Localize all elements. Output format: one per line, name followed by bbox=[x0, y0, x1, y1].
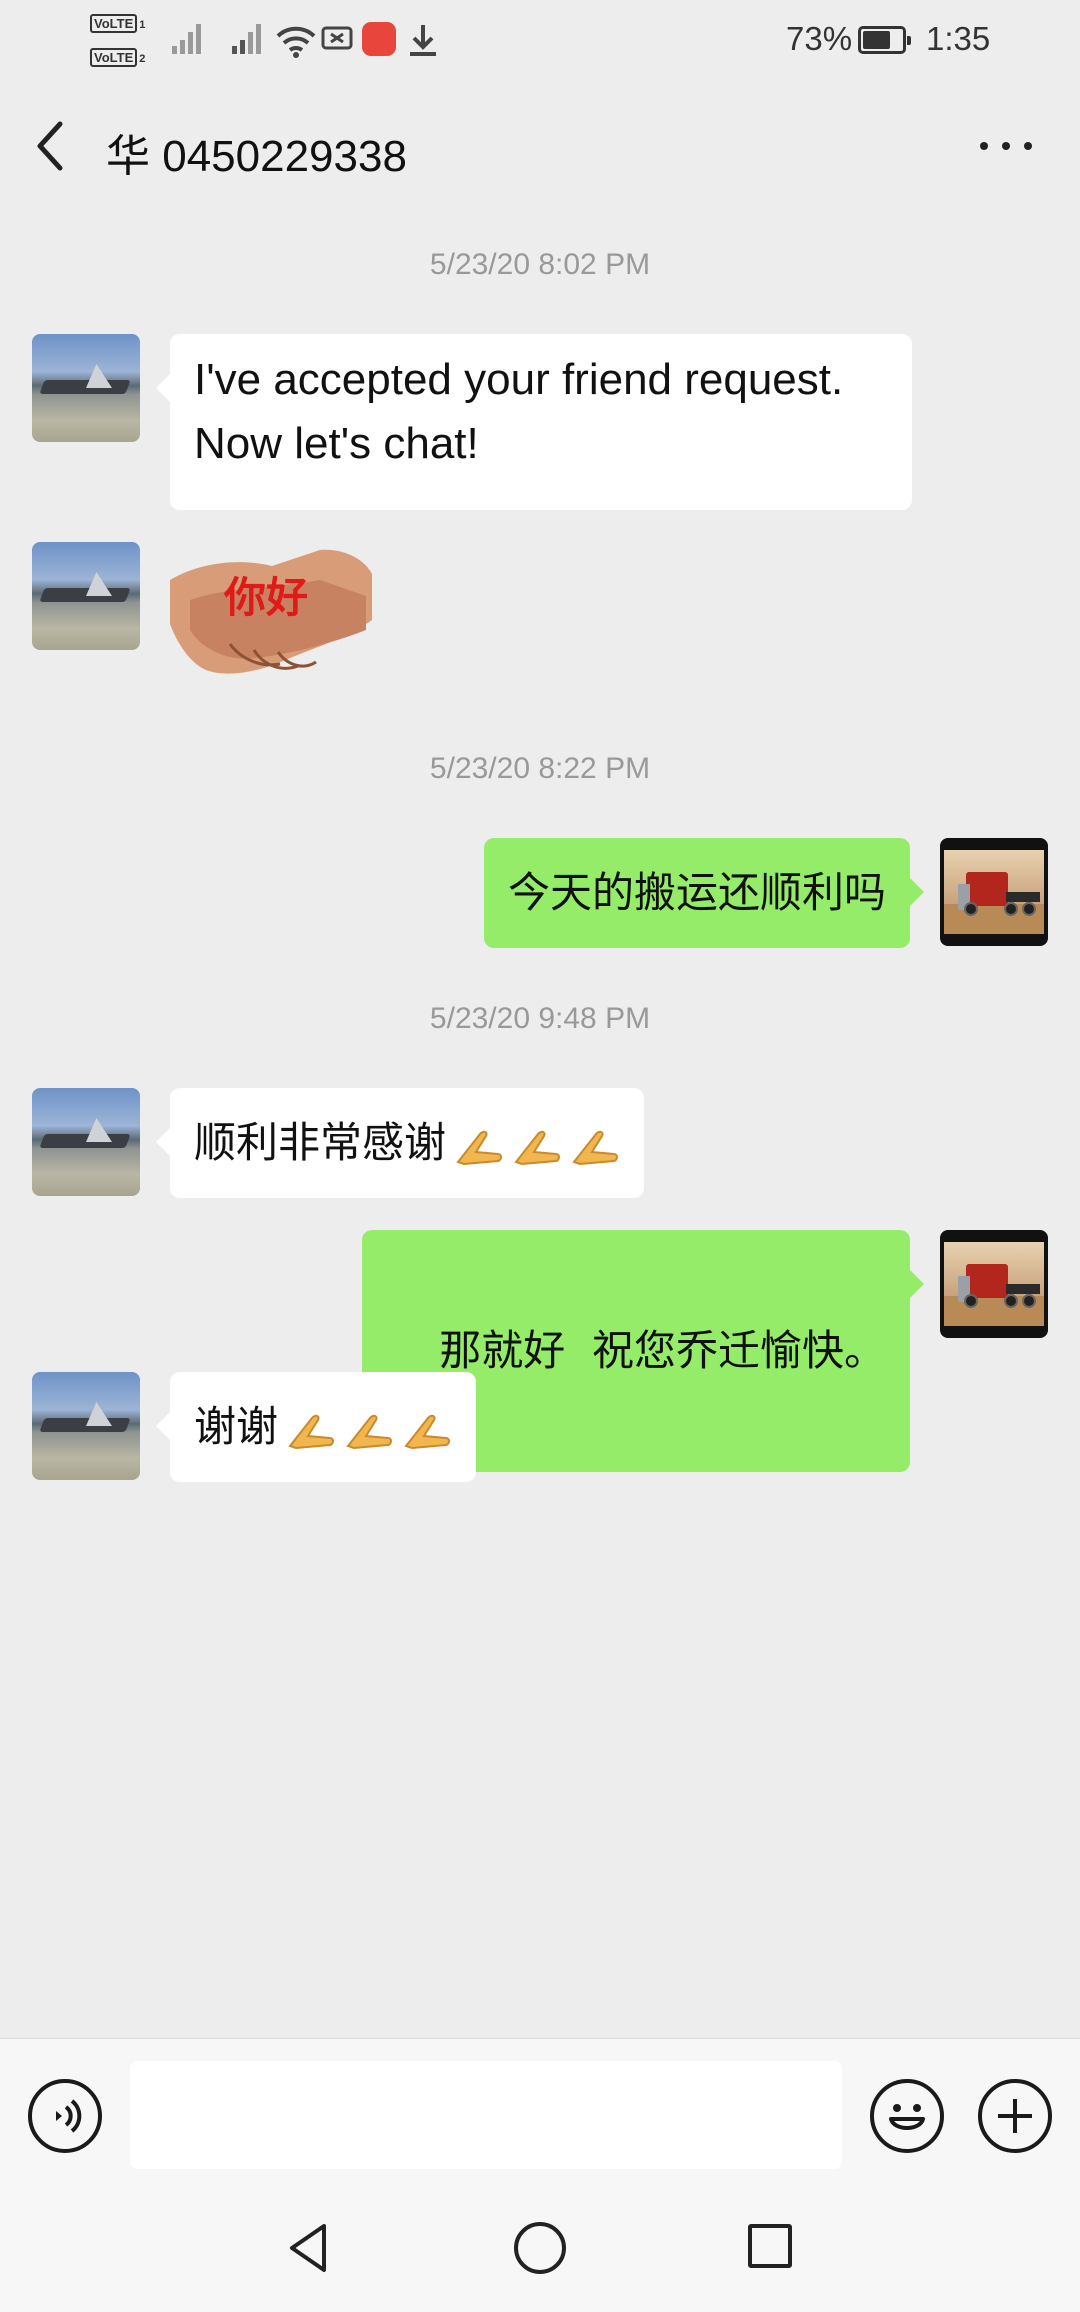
nav-recents-icon[interactable] bbox=[748, 2224, 792, 2268]
timestamp: 5/23/20 9:48 PM bbox=[429, 1002, 651, 1035]
clap-emoji bbox=[514, 1130, 561, 1165]
clap-emoji bbox=[404, 1414, 451, 1449]
clap-emoji bbox=[288, 1414, 335, 1449]
clap-emoji bbox=[456, 1130, 503, 1165]
huawei-app-icon bbox=[362, 22, 396, 56]
status-bar: VoLTE 1 VoLTE 2 73% 1:35 bbox=[0, 0, 1080, 80]
volte-2-indicator: VoLTE 2 bbox=[90, 48, 145, 67]
chat-title: 华 0450229338 bbox=[106, 132, 407, 181]
chevron-left-icon[interactable] bbox=[28, 116, 76, 176]
voice-input-icon[interactable] bbox=[28, 2079, 102, 2153]
message-text: I've accepted your friend request. bbox=[194, 355, 844, 404]
user-avatar[interactable] bbox=[940, 1230, 1048, 1338]
contact-avatar[interactable] bbox=[32, 542, 140, 650]
contact-avatar[interactable] bbox=[32, 334, 140, 442]
nfc-icon bbox=[321, 26, 353, 50]
battery-icon bbox=[858, 26, 911, 54]
message-text: 顺利非常感谢 bbox=[194, 1118, 447, 1167]
message-bubble-incoming[interactable]: 顺利非常感谢 bbox=[155, 1088, 645, 1198]
contact-avatar[interactable] bbox=[32, 1372, 140, 1480]
message-list[interactable]: 5/23/20 8:02 PM I've accepted your frien… bbox=[0, 212, 1080, 2038]
sticker-text: 你好 bbox=[223, 573, 308, 622]
input-bar bbox=[0, 2038, 1080, 2192]
emoji-icon[interactable] bbox=[870, 2079, 944, 2153]
signal-2-icon bbox=[232, 22, 266, 54]
chat-header: 华 0450229338 bbox=[0, 80, 1080, 212]
message-bubble-incoming[interactable]: 谢谢 bbox=[155, 1372, 477, 1482]
message-input[interactable] bbox=[130, 2061, 842, 2169]
message-bubble-outgoing[interactable]: 今天的搬运还顺利吗 bbox=[483, 838, 925, 948]
nav-home-icon[interactable] bbox=[514, 2222, 566, 2274]
timestamp: 5/23/20 8:02 PM bbox=[429, 248, 651, 281]
wifi-icon bbox=[276, 26, 316, 58]
message-text: Now let's chat! bbox=[194, 419, 479, 468]
more-dots-icon[interactable] bbox=[976, 128, 1036, 164]
download-icon bbox=[410, 25, 436, 56]
system-nav-bar bbox=[0, 2192, 1080, 2312]
message-text: 那就好 祝您乔迁愉快。 bbox=[439, 1326, 886, 1375]
timestamp: 5/23/20 8:22 PM bbox=[429, 752, 651, 785]
clock: 1:35 bbox=[926, 20, 991, 57]
plus-icon[interactable] bbox=[978, 2079, 1052, 2153]
nav-back-icon[interactable] bbox=[284, 2220, 332, 2276]
message-text: 今天的搬运还顺利吗 bbox=[507, 868, 886, 917]
battery-percentage: 73% bbox=[786, 20, 853, 57]
clap-emoji bbox=[572, 1130, 619, 1165]
contact-avatar[interactable] bbox=[32, 1088, 140, 1196]
user-avatar[interactable] bbox=[940, 838, 1048, 946]
signal-1-icon bbox=[172, 22, 206, 54]
message-bubble-incoming[interactable]: I've accepted your friend request. Now l… bbox=[156, 334, 912, 510]
message-text: 谢谢 bbox=[194, 1402, 279, 1451]
handshake-sticker[interactable]: 你好 bbox=[170, 540, 372, 680]
clap-emoji bbox=[346, 1414, 393, 1449]
volte-1-indicator: VoLTE 1 bbox=[90, 14, 145, 33]
